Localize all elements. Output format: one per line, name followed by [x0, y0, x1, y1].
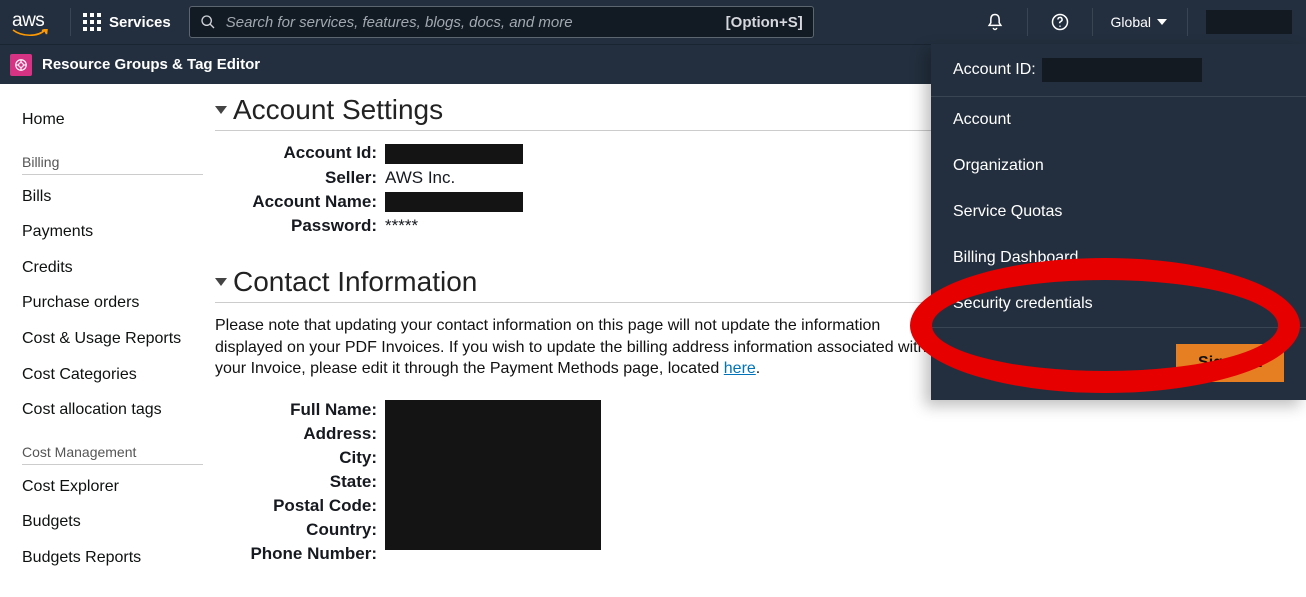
region-label: Global [1111, 14, 1151, 30]
sidebar-item-cost-categories[interactable]: Cost Categories [22, 357, 203, 393]
services-button[interactable]: Services [83, 13, 171, 31]
account-id-label: Account Id: [215, 143, 385, 164]
sidebar-item-credits[interactable]: Credits [22, 250, 203, 286]
account-menu: Account ID: Account Organization Service… [931, 44, 1306, 400]
account-id-redacted [385, 144, 523, 164]
sidebar-item-cost-explorer[interactable]: Cost Explorer [22, 469, 203, 505]
sidebar-item-purchase-orders[interactable]: Purchase orders [22, 285, 203, 321]
divider [1187, 8, 1188, 36]
sidebar-item-home[interactable]: Home [22, 102, 203, 138]
account-menu-item-service-quotas[interactable]: Service Quotas [931, 189, 1306, 235]
country-label: Country: [215, 520, 385, 540]
full-name-label: Full Name: [215, 400, 385, 420]
contact-info-redacted [385, 400, 601, 550]
contact-note-text-end: . [756, 360, 760, 377]
account-menu-item-account[interactable]: Account [931, 97, 1306, 143]
sidebar-item-payments[interactable]: Payments [22, 214, 203, 250]
divider [1027, 8, 1028, 36]
section-title: Account Settings [233, 94, 443, 126]
notifications-icon[interactable] [985, 12, 1005, 32]
postal-code-label: Postal Code: [215, 496, 385, 516]
services-label: Services [109, 14, 171, 31]
search-placeholder: Search for services, features, blogs, do… [226, 14, 726, 31]
resource-groups-icon [10, 54, 32, 76]
account-name-redacted [385, 192, 523, 212]
sidebar-item-cost-allocation-tags[interactable]: Cost allocation tags [22, 392, 203, 428]
services-grid-icon [83, 13, 101, 31]
account-menu-header: Account ID: [931, 44, 1306, 97]
search-shortcut: [Option+S] [726, 14, 803, 31]
sidebar-item-bills[interactable]: Bills [22, 179, 203, 215]
password-value: ***** [385, 216, 418, 236]
aws-logo[interactable]: aws [12, 10, 48, 35]
help-icon[interactable] [1050, 12, 1070, 32]
divider [1092, 8, 1093, 36]
sidebar-section-billing: Billing [22, 138, 203, 175]
top-nav: aws Services Search for services, featur… [0, 0, 1306, 44]
state-label: State: [215, 472, 385, 492]
password-label: Password: [215, 216, 385, 236]
payment-methods-link[interactable]: here [724, 360, 756, 377]
account-menu-item-organization[interactable]: Organization [931, 143, 1306, 189]
sidebar-item-cost-usage-reports[interactable]: Cost & Usage Reports [22, 321, 203, 357]
section-title: Contact Information [233, 266, 477, 298]
sign-out-button[interactable]: Sign out [1176, 344, 1284, 382]
divider [70, 8, 71, 36]
service-bar-title: Resource Groups & Tag Editor [42, 56, 260, 73]
region-selector[interactable]: Global [1111, 14, 1167, 30]
sidebar-section-cost-management: Cost Management [22, 428, 203, 465]
sidebar-item-budgets[interactable]: Budgets [22, 504, 203, 540]
account-menu-item-billing-dashboard[interactable]: Billing Dashboard [931, 235, 1306, 281]
search-input[interactable]: Search for services, features, blogs, do… [189, 6, 814, 38]
seller-value: AWS Inc. [385, 168, 455, 188]
city-label: City: [215, 448, 385, 468]
account-menu-item-security-credentials[interactable]: Security credentials [931, 281, 1306, 327]
sidebar-item-budgets-reports[interactable]: Budgets Reports [22, 540, 203, 576]
aws-logo-text: aws [12, 10, 44, 31]
seller-label: Seller: [215, 168, 385, 188]
account-id-label: Account ID: [953, 61, 1036, 79]
account-name-redacted[interactable] [1206, 10, 1292, 34]
phone-number-label: Phone Number: [215, 544, 385, 564]
address-label: Address: [215, 424, 385, 444]
account-name-label: Account Name: [215, 192, 385, 213]
contact-note: Please note that updating your contact i… [215, 315, 935, 380]
caret-down-icon [215, 106, 227, 114]
contact-note-text: Please note that updating your contact i… [215, 317, 927, 377]
chevron-down-icon [1157, 19, 1167, 25]
search-icon [200, 14, 216, 30]
signout-row: Sign out [931, 328, 1306, 400]
caret-down-icon [215, 278, 227, 286]
account-id-redacted [1042, 58, 1202, 82]
billing-sidebar: Home Billing Bills Payments Credits Purc… [0, 84, 215, 597]
